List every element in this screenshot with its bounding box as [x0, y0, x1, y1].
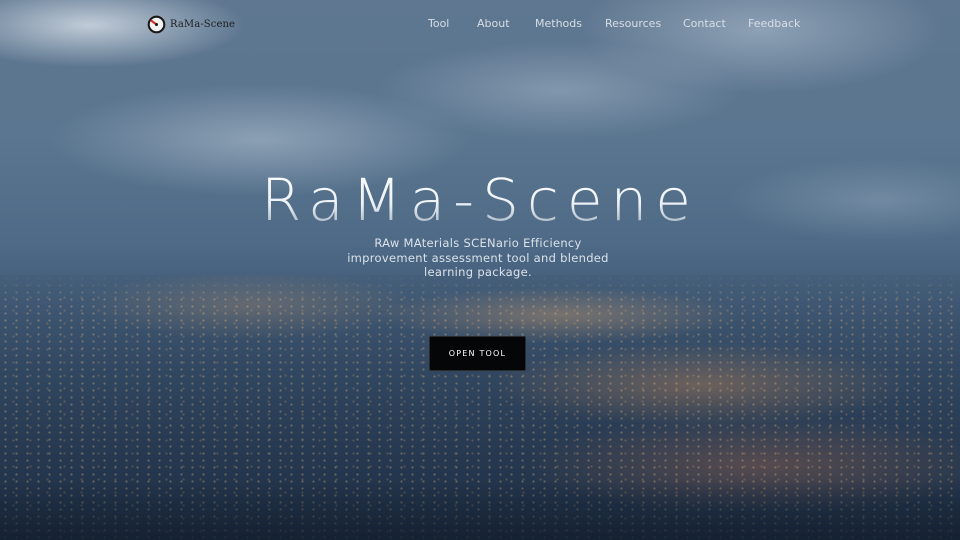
bottom-shade — [0, 480, 960, 540]
nav-link-feedback[interactable]: Feedback — [748, 17, 800, 30]
top-navbar: RaMa-Scene Tool About Methods Resources … — [0, 0, 960, 48]
nav-link-methods[interactable]: Methods — [535, 17, 582, 30]
hero-subtitle: RAw MAterials SCENario Efficiency improv… — [347, 236, 609, 279]
open-tool-button[interactable]: OPEN TOOL — [429, 336, 526, 371]
nav-link-resources[interactable]: Resources — [605, 17, 661, 30]
nav-link-about[interactable]: About — [477, 17, 510, 30]
nav-link-tool[interactable]: Tool — [428, 17, 449, 30]
hero-title: RaMa-Scene — [0, 164, 960, 236]
nav-menu: Tool About Methods Resources Contact Fee… — [0, 17, 960, 33]
nav-link-contact[interactable]: Contact — [683, 17, 726, 30]
